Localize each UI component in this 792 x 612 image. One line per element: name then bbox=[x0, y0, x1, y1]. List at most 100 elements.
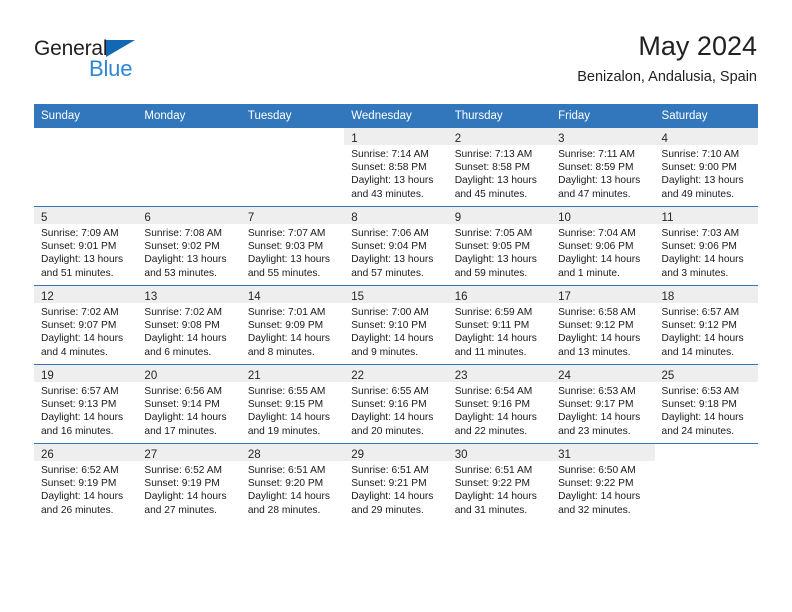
calendar-header-row: Sunday Monday Tuesday Wednesday Thursday Frid… bbox=[34, 104, 758, 128]
day-cell-inner: 28 Sunrise: 6:51 AM Sunset: 9:20 PM Dayligh… bbox=[240, 444, 345, 522]
calendar-day-cell[interactable]: 26 Sunrise: 6:52 AM Sunset: 9:19 PM Dayligh… bbox=[34, 443, 138, 522]
day-detail-line: and 27 minutes. bbox=[144, 504, 217, 516]
day-cell-details bbox=[241, 145, 344, 148]
calendar-day-cell[interactable]: 20 Sunrise: 6:56 AM Sunset: 9:14 PM Dayligh… bbox=[137, 364, 241, 444]
day-detail-line: Sunrise: 6:54 AM bbox=[454, 386, 533, 397]
day-cell-details: Sunrise: 7:02 AM Sunset: 9:07 PM Daylight:… bbox=[34, 303, 137, 359]
calendar-day-cell[interactable]: 19 Sunrise: 6:57 AM Sunset: 9:13 PM Dayligh… bbox=[34, 364, 138, 444]
calendar-day-cell[interactable]: 25 Sunrise: 6:53 AM Sunset: 9:18 PM Dayligh… bbox=[654, 364, 758, 444]
calendar-day-cell[interactable]: 22 Sunrise: 6:55 AM Sunset: 9:16 PM Dayligh… bbox=[344, 364, 448, 444]
calendar-day-cell[interactable]: 23 Sunrise: 6:54 AM Sunset: 9:16 PM Dayligh… bbox=[447, 364, 552, 444]
day-detail-line: Daylight: 14 hours bbox=[247, 333, 330, 345]
day-cell-inner bbox=[654, 444, 758, 522]
calendar-day-cell[interactable]: 11 Sunrise: 7:03 AM Sunset: 9:06 PM Dayligh… bbox=[654, 206, 758, 286]
calendar-day-cell[interactable]: 14 Sunrise: 7:01 AM Sunset: 9:09 PM Dayligh… bbox=[240, 285, 345, 365]
day-detail-line: Daylight: 14 hours bbox=[41, 491, 124, 503]
weekday-header-sunday: Sunday bbox=[34, 104, 138, 128]
calendar-day-cell[interactable]: 18 Sunrise: 6:57 AM Sunset: 9:12 PM Dayligh… bbox=[654, 285, 758, 365]
day-detail-line: Sunrise: 6:55 AM bbox=[351, 386, 429, 397]
day-number-banner: 1 bbox=[344, 128, 448, 145]
day-cell-details: Sunrise: 7:14 AM Sunset: 8:58 PM Daylight:… bbox=[344, 145, 447, 201]
day-detail-line: Sunset: 9:15 PM bbox=[247, 399, 324, 411]
day-number: 19 bbox=[41, 370, 54, 382]
day-detail-line: Sunrise: 6:51 AM bbox=[247, 465, 326, 476]
day-detail-line: Sunset: 9:20 PM bbox=[247, 478, 324, 490]
day-number: 23 bbox=[454, 370, 468, 382]
day-number-banner: 30 bbox=[447, 444, 552, 461]
day-cell-inner: 18 Sunrise: 6:57 AM Sunset: 9:12 PM Dayligh… bbox=[654, 286, 758, 364]
calendar-day-cell[interactable]: 21 Sunrise: 6:55 AM Sunset: 9:15 PM Dayligh… bbox=[240, 364, 345, 444]
day-detail-line: Daylight: 14 hours bbox=[558, 412, 641, 424]
calendar-day-cell[interactable]: 24 Sunrise: 6:53 AM Sunset: 9:17 PM Dayligh… bbox=[551, 364, 655, 444]
day-cell-inner: 1 Sunrise: 7:14 AM Sunset: 8:58 PM Daylight… bbox=[344, 128, 448, 206]
day-detail-line: Sunrise: 7:10 AM bbox=[661, 149, 740, 160]
day-detail-line: Sunrise: 7:11 AM bbox=[558, 149, 635, 160]
day-detail-line: and 24 minutes. bbox=[661, 425, 735, 437]
calendar-day-cell[interactable]: 9 Sunrise: 7:05 AM Sunset: 9:05 PM Daylight… bbox=[447, 206, 552, 286]
calendar-week-row: 1 Sunrise: 7:14 AM Sunset: 8:58 PM Daylight… bbox=[34, 128, 758, 207]
day-number-banner: 13 bbox=[137, 286, 241, 303]
day-detail-line: and 9 minutes. bbox=[351, 346, 419, 358]
calendar-day-cell[interactable]: 28 Sunrise: 6:51 AM Sunset: 9:20 PM Dayligh… bbox=[240, 443, 345, 522]
day-detail-line: and 17 minutes. bbox=[144, 425, 217, 437]
day-detail-line: Sunrise: 7:01 AM bbox=[247, 307, 326, 318]
day-detail-line: Sunrise: 6:57 AM bbox=[661, 307, 740, 318]
calendar-day-cell[interactable]: 17 Sunrise: 6:58 AM Sunset: 9:12 PM Dayligh… bbox=[551, 285, 655, 365]
day-detail-line: Daylight: 14 hours bbox=[351, 412, 434, 424]
day-detail-line: and 53 minutes. bbox=[144, 267, 217, 279]
calendar-day-cell[interactable]: 6 Sunrise: 7:08 AM Sunset: 9:02 PM Daylight… bbox=[137, 206, 241, 286]
calendar-day-cell[interactable]: 30 Sunrise: 6:51 AM Sunset: 9:22 PM Dayligh… bbox=[447, 443, 552, 522]
calendar-day-cell[interactable]: 12 Sunrise: 7:02 AM Sunset: 9:07 PM Dayligh… bbox=[34, 285, 138, 365]
day-detail-line: Sunset: 9:02 PM bbox=[144, 241, 220, 253]
day-detail-line: Daylight: 14 hours bbox=[454, 333, 537, 345]
day-number-banner: 12 bbox=[34, 286, 138, 303]
day-number-banner: 23 bbox=[447, 365, 552, 382]
calendar-day-cell[interactable]: 1 Sunrise: 7:14 AM Sunset: 8:58 PM Daylight… bbox=[344, 128, 448, 207]
weekday-header-tuesday: Tuesday bbox=[240, 104, 345, 128]
calendar-day-cell[interactable]: 4 Sunrise: 7:10 AM Sunset: 9:00 PM Daylight… bbox=[654, 128, 758, 207]
calendar-day-cell[interactable]: 7 Sunrise: 7:07 AM Sunset: 9:03 PM Daylight… bbox=[240, 206, 345, 286]
calendar-day-cell[interactable]: 16 Sunrise: 6:59 AM Sunset: 9:11 PM Dayligh… bbox=[447, 285, 552, 365]
day-number-banner bbox=[137, 128, 241, 145]
day-cell-details bbox=[137, 145, 240, 148]
day-number-banner: 16 bbox=[447, 286, 552, 303]
calendar-day-cell[interactable]: 3 Sunrise: 7:11 AM Sunset: 8:59 PM Daylight… bbox=[551, 128, 655, 207]
calendar-page: General Blue May 2024 Benizalon, Andalus… bbox=[0, 0, 792, 612]
day-detail-line: and 47 minutes. bbox=[558, 188, 631, 200]
day-detail-line: and 59 minutes. bbox=[454, 267, 528, 279]
day-number: 27 bbox=[144, 449, 158, 461]
day-number-banner: 6 bbox=[137, 207, 241, 224]
day-detail-line: and 45 minutes. bbox=[454, 188, 528, 200]
calendar-day-cell[interactable]: 10 Sunrise: 7:04 AM Sunset: 9:06 PM Dayligh… bbox=[551, 206, 655, 286]
calendar-day-cell[interactable]: 27 Sunrise: 6:52 AM Sunset: 9:19 PM Dayligh… bbox=[137, 443, 241, 522]
day-number: 6 bbox=[144, 212, 151, 224]
day-detail-line: Sunset: 9:21 PM bbox=[351, 478, 427, 490]
day-number: 22 bbox=[351, 370, 365, 382]
calendar-day-cell[interactable]: 8 Sunrise: 7:06 AM Sunset: 9:04 PM Daylight… bbox=[344, 206, 448, 286]
weekday-header-friday: Friday bbox=[551, 104, 655, 128]
day-number-banner: 5 bbox=[34, 207, 138, 224]
calendar-week-row: 19 Sunrise: 6:57 AM Sunset: 9:13 PM Dayligh… bbox=[34, 364, 758, 444]
day-detail-line: Sunrise: 7:02 AM bbox=[41, 307, 119, 318]
calendar-day-cell[interactable]: 15 Sunrise: 7:00 AM Sunset: 9:10 PM Dayligh… bbox=[344, 285, 448, 365]
page-subtitle: Benizalon, Andalusia, Spain bbox=[577, 69, 757, 85]
day-detail-line: and 43 minutes. bbox=[351, 188, 424, 200]
calendar-day-cell[interactable]: 5 Sunrise: 7:09 AM Sunset: 9:01 PM Daylight… bbox=[34, 206, 138, 286]
day-detail-line: Daylight: 14 hours bbox=[558, 254, 641, 266]
calendar-day-cell-empty bbox=[34, 128, 138, 207]
calendar-day-cell[interactable]: 2 Sunrise: 7:13 AM Sunset: 8:58 PM Daylight… bbox=[447, 128, 552, 207]
day-number-banner: 14 bbox=[240, 286, 345, 303]
day-number: 7 bbox=[247, 212, 255, 224]
day-cell-details: Sunrise: 6:55 AM Sunset: 9:16 PM Daylight:… bbox=[344, 382, 447, 438]
day-detail-line: Daylight: 14 hours bbox=[661, 254, 744, 266]
day-number-banner: 25 bbox=[654, 365, 758, 382]
calendar-day-cell[interactable]: 31 Sunrise: 6:50 AM Sunset: 9:22 PM Dayligh… bbox=[551, 443, 655, 522]
day-number: 8 bbox=[351, 212, 358, 224]
day-cell-details: Sunrise: 6:59 AM Sunset: 9:11 PM Daylight:… bbox=[448, 303, 551, 359]
day-detail-line: and 51 minutes. bbox=[41, 267, 114, 279]
calendar-day-cell[interactable]: 29 Sunrise: 6:51 AM Sunset: 9:21 PM Dayligh… bbox=[344, 443, 448, 522]
day-detail-line: Sunrise: 7:00 AM bbox=[351, 307, 429, 318]
day-number-banner: 26 bbox=[34, 444, 138, 461]
calendar-day-cell[interactable]: 13 Sunrise: 7:02 AM Sunset: 9:08 PM Dayligh… bbox=[137, 285, 241, 365]
day-number: 1 bbox=[351, 133, 358, 145]
